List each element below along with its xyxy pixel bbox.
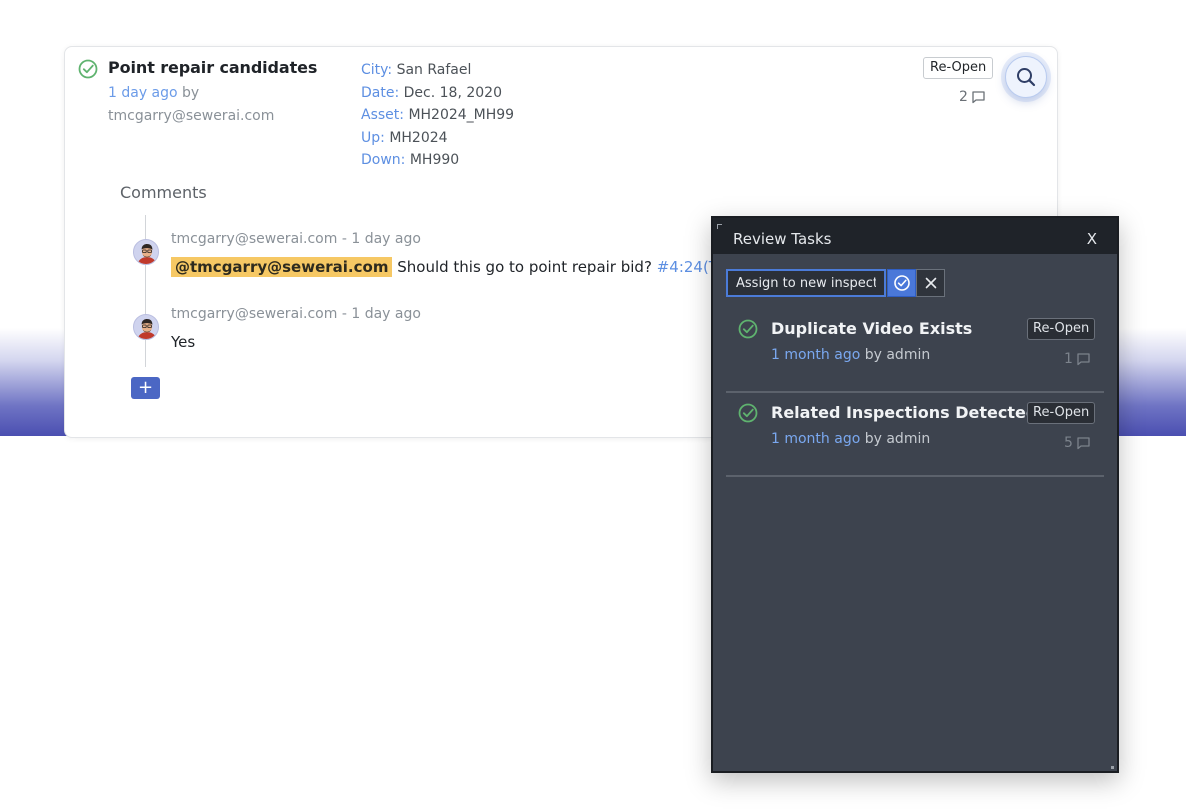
review-task-item[interactable]: Related Inspections Detected 1 month ago… [726, 395, 1104, 477]
review-task-by: by admin [864, 431, 931, 447]
task-time-link[interactable]: 1 day ago [108, 85, 178, 101]
assign-inspection-input[interactable] [726, 269, 886, 297]
comment-author: tmcgarry@sewerai.com - 1 day ago [171, 306, 421, 322]
avatar-portrait [134, 315, 158, 339]
comment-text: @tmcgarry@sewerai.com Should this go to … [171, 257, 732, 277]
review-task-time-link[interactable]: 1 month ago [771, 431, 860, 447]
review-task-time: 1 month ago by admin [771, 347, 930, 363]
review-tasks-panel: Review Tasks X Duplicate Video Exists 1 … [711, 216, 1119, 773]
comments-heading: Comments [120, 183, 207, 202]
review-task-by: by admin [864, 347, 931, 363]
check-circle-icon [78, 59, 98, 79]
review-task-item[interactable]: Duplicate Video Exists 1 month ago by ad… [726, 311, 1104, 393]
task-time-by: by [182, 85, 200, 101]
meta-row-up: Up: MH2024 [361, 127, 514, 150]
check-circle-icon [738, 403, 758, 423]
comment-body: Should this go to point repair bid? [397, 258, 652, 276]
comment-count-value: 1 [1064, 351, 1073, 367]
comment-count[interactable]: 1 [1064, 351, 1091, 367]
comment-count-value: 5 [1064, 435, 1073, 451]
close-panel-button[interactable]: X [1087, 230, 1097, 248]
meta-value: MH990 [409, 152, 460, 168]
confirm-assign-button[interactable] [887, 269, 916, 297]
add-comment-button[interactable]: + [131, 377, 160, 399]
review-task-title: Duplicate Video Exists [771, 319, 973, 338]
comment-author: tmcgarry@sewerai.com - 1 day ago [171, 231, 421, 247]
meta-row-asset: Asset: MH2024_MH99 [361, 104, 514, 127]
meta-value: MH2024 [389, 129, 448, 146]
reopen-button[interactable]: Re-Open [1027, 402, 1096, 424]
comment-count[interactable]: 2 [959, 89, 986, 105]
panel-title: Review Tasks [733, 230, 832, 248]
meta-key: Down: [361, 152, 406, 168]
meta-key: Up: [361, 129, 385, 146]
meta-key: City: [361, 62, 393, 78]
comment-timeline [145, 215, 146, 367]
meta-value: Dec. 18, 2020 [403, 84, 502, 101]
task-title: Point repair candidates [108, 58, 318, 77]
avatar [133, 239, 159, 265]
task-metadata: City: San Rafael Date: Dec. 18, 2020 Ass… [361, 59, 514, 172]
reopen-button[interactable]: Re-Open [1027, 318, 1096, 340]
meta-row-date: Date: Dec. 18, 2020 [361, 82, 514, 105]
check-circle-icon [893, 275, 910, 291]
comment-body: Yes [171, 333, 196, 351]
meta-value: San Rafael [396, 62, 472, 78]
review-task-title: Related Inspections Detected [771, 403, 1038, 422]
panel-header[interactable]: Review Tasks X [713, 218, 1117, 254]
close-icon [925, 277, 936, 289]
task-time: 1 day ago by [108, 85, 199, 101]
reopen-button[interactable]: Re-Open [923, 57, 994, 79]
meta-row-down: Down: MH990 [361, 149, 514, 172]
review-task-time: 1 month ago by admin [771, 431, 930, 447]
avatar [133, 314, 159, 340]
comment-icon [1077, 353, 1090, 366]
review-task-time-link[interactable]: 1 month ago [771, 347, 860, 363]
mention-tag[interactable]: @tmcgarry@sewerai.com [171, 257, 393, 277]
comment-count[interactable]: 5 [1064, 435, 1091, 451]
meta-key: Date: [361, 84, 400, 101]
task-author: tmcgarry@sewerai.com [108, 108, 275, 124]
avatar-portrait [134, 240, 158, 264]
meta-value: MH2024_MH99 [408, 107, 515, 123]
comment-count-value: 2 [959, 89, 968, 105]
search-icon [1017, 68, 1036, 87]
resize-corner-icon[interactable] [717, 224, 722, 229]
resize-handle[interactable] [1111, 766, 1114, 769]
comment-icon [972, 91, 985, 104]
meta-key: Asset: [361, 107, 404, 123]
search-button[interactable] [1005, 56, 1047, 98]
comment-icon [1077, 437, 1090, 450]
meta-row-city: City: San Rafael [361, 59, 514, 82]
cancel-assign-button[interactable] [916, 269, 945, 297]
check-circle-icon [738, 319, 758, 339]
